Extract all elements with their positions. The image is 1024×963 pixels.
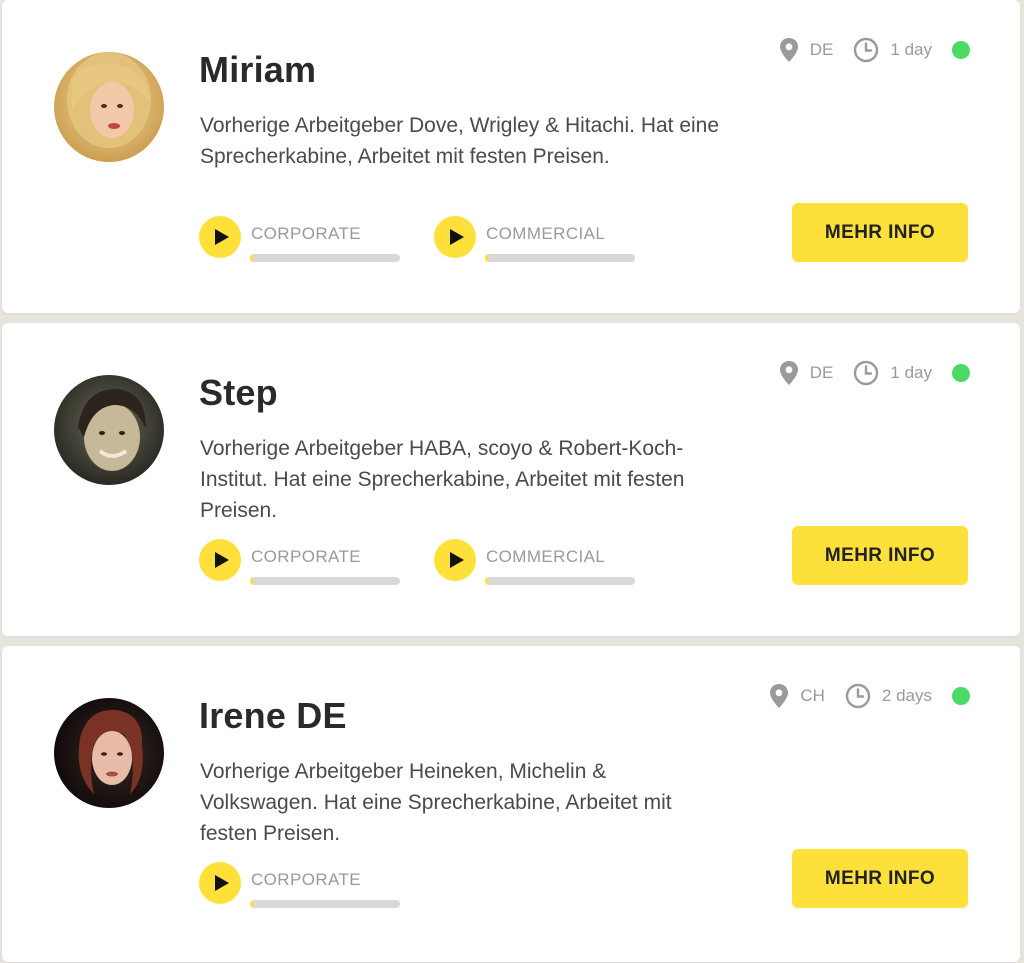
progress-fill [485, 577, 488, 585]
online-status-dot [952, 364, 970, 382]
country-code: DE [809, 40, 834, 59]
location-pin-icon [779, 361, 798, 385]
progress-fill [485, 254, 488, 262]
voice-actor-card: Irene DE Vorherige Arbeitgeber Heineken,… [2, 646, 1020, 962]
play-button[interactable] [199, 862, 241, 904]
voice-actor-card: Miriam Vorherige Arbeitgeber Dove, Wrigl… [2, 0, 1020, 313]
avatar-photo [54, 698, 164, 808]
sample-label: CORPORATE [251, 870, 362, 889]
sample-progress-bar[interactable] [250, 900, 400, 908]
actor-description: Vorherige Arbeitgeber HABA, scoyo & Robe… [200, 437, 685, 522]
location-pin-icon [779, 38, 798, 62]
voice-samples: CORPORATE COMMERCIAL [199, 216, 669, 262]
play-icon [449, 229, 464, 245]
actor-description: Vorherige Arbeitgeber Heineken, Michelin… [200, 760, 672, 845]
actor-meta: CH 2 days [769, 682, 970, 710]
avatar-photo [54, 52, 164, 162]
country-code: DE [809, 363, 834, 382]
online-status-dot [952, 41, 970, 59]
play-button[interactable] [199, 539, 241, 581]
actor-meta: DE 1 day [779, 36, 970, 64]
play-icon [449, 552, 464, 568]
response-time: 2 days [881, 686, 932, 705]
progress-fill [250, 254, 253, 262]
mehr-info-button[interactable]: MEHR INFO [792, 849, 968, 908]
voice-sample: COMMERCIAL [434, 216, 669, 262]
actor-name: Step [199, 372, 278, 413]
sample-label: CORPORATE [251, 224, 362, 243]
mehr-info-button[interactable]: MEHR INFO [792, 526, 968, 585]
sample-progress-bar[interactable] [250, 254, 400, 262]
actor-description: Vorherige Arbeitgeber Dove, Wrigley & Hi… [200, 114, 720, 168]
response-time: 1 day [890, 40, 932, 59]
voice-samples: CORPORATE [199, 862, 434, 908]
play-icon [214, 552, 229, 568]
avatar-photo [54, 375, 164, 485]
avatar[interactable] [54, 698, 164, 808]
play-icon [214, 229, 229, 245]
response-time: 1 day [890, 363, 932, 382]
voice-samples: CORPORATE COMMERCIAL [199, 539, 669, 585]
play-icon [214, 875, 229, 891]
online-status-dot [952, 687, 970, 705]
actor-name: Irene DE [199, 695, 347, 736]
avatar[interactable] [54, 375, 164, 485]
avatar[interactable] [54, 52, 164, 162]
mehr-info-button[interactable]: MEHR INFO [792, 203, 968, 262]
play-button[interactable] [434, 539, 476, 581]
voice-sample: CORPORATE [199, 862, 434, 908]
progress-fill [250, 577, 253, 585]
voice-sample: CORPORATE [199, 539, 434, 585]
actor-meta: DE 1 day [779, 359, 970, 387]
voice-sample: CORPORATE [199, 216, 434, 262]
country-code: CH [800, 686, 825, 705]
voice-actor-card: Step Vorherige Arbeitgeber HABA, scoyo &… [2, 323, 1020, 636]
actor-name: Miriam [199, 49, 317, 90]
sample-label: CORPORATE [251, 547, 362, 566]
clock-icon [845, 683, 871, 709]
play-button[interactable] [434, 216, 476, 258]
sample-label: COMMERCIAL [486, 547, 606, 566]
location-pin-icon [770, 684, 789, 708]
voice-sample: COMMERCIAL [434, 539, 669, 585]
clock-icon [854, 360, 879, 386]
sample-progress-bar[interactable] [485, 254, 635, 262]
play-button[interactable] [199, 216, 241, 258]
progress-fill [250, 900, 253, 908]
sample-label: COMMERCIAL [486, 224, 606, 243]
sample-progress-bar[interactable] [250, 577, 400, 585]
clock-icon [854, 37, 879, 63]
sample-progress-bar[interactable] [485, 577, 635, 585]
